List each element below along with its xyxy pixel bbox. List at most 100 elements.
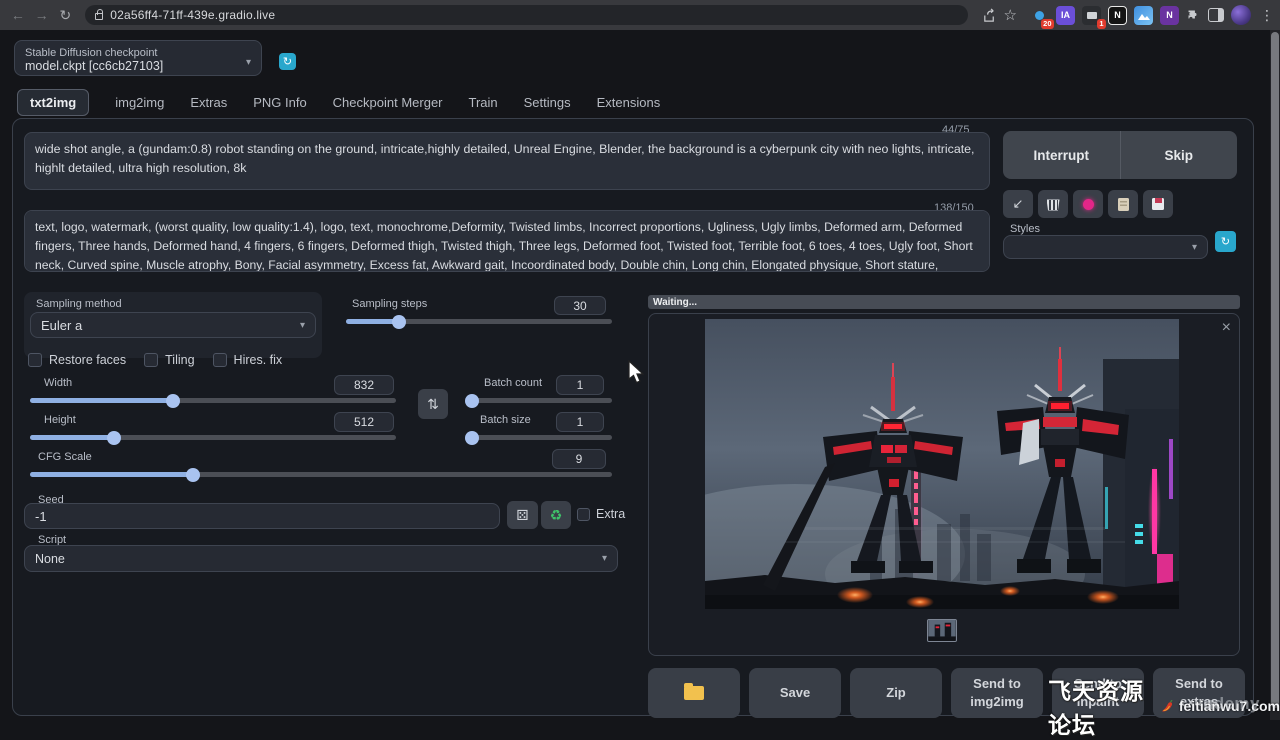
checkpoint-refresh-button[interactable]: ↻ <box>279 53 296 70</box>
chevron-down-icon: ▾ <box>246 57 251 68</box>
lock-icon <box>95 13 103 20</box>
styles-dropdown[interactable]: ▾ <box>1003 235 1208 259</box>
browser-back-button[interactable]: ← <box>6 7 30 23</box>
clipboard-icon <box>1118 198 1129 211</box>
pin-badge: 20 <box>1041 19 1054 29</box>
height-slider[interactable] <box>30 435 396 440</box>
pink-dot-icon <box>1083 199 1094 210</box>
clear-prompt-button[interactable] <box>1038 190 1068 218</box>
batch-count-value[interactable]: 1 <box>556 375 604 395</box>
extension-notion-icon[interactable]: N <box>1108 6 1127 25</box>
gallery-thumbnail[interactable] <box>927 619 957 642</box>
share-icon[interactable] <box>982 8 997 23</box>
negative-prompt-textarea[interactable]: text, logo, watermark, (worst quality, l… <box>24 210 990 272</box>
tab-png-info[interactable]: PNG Info <box>253 89 306 116</box>
restore-faces-option: Restore faces <box>28 353 126 367</box>
checkpoint-dropdown[interactable]: Stable Diffusion checkpoint model.ckpt [… <box>14 40 262 76</box>
scrollbar-thumb[interactable] <box>1271 32 1279 708</box>
swap-dimensions-button[interactable]: ⇅ <box>418 389 448 419</box>
tab-extensions[interactable]: Extensions <box>597 89 661 116</box>
extension-pin-icon[interactable]: 20 <box>1030 6 1049 25</box>
hires-fix-label: Hires. fix <box>234 353 283 367</box>
prompt-tool-row: ↙ <box>1003 190 1173 218</box>
tab-train[interactable]: Train <box>469 89 498 116</box>
url-text: 02a56ff4-71ff-439e.gradio.live <box>110 8 275 22</box>
cfg-scale-slider[interactable] <box>30 472 612 477</box>
restore-faces-label: Restore faces <box>49 353 126 367</box>
hires-fix-option: Hires. fix <box>213 353 283 367</box>
sampling-method-dropdown[interactable]: Euler a ▾ <box>30 312 316 338</box>
extension-photos-icon[interactable] <box>1134 6 1153 25</box>
sampling-method-value: Euler a <box>41 318 82 333</box>
checkpoint-value: model.ckpt [cc6cb27103] <box>25 59 235 73</box>
tiling-checkbox[interactable] <box>144 353 158 367</box>
extension-onenote-icon[interactable]: N <box>1160 6 1179 25</box>
floppy-icon <box>1152 198 1164 210</box>
progress-bar: Waiting... <box>648 295 1240 309</box>
profile-avatar[interactable] <box>1231 5 1251 25</box>
random-seed-button[interactable]: ⚄ <box>507 501 538 529</box>
width-label: Width <box>44 377 72 389</box>
sidepanel-icon[interactable] <box>1208 8 1224 22</box>
restore-faces-checkbox[interactable] <box>28 353 42 367</box>
batch-size-value[interactable]: 1 <box>556 412 604 432</box>
tab-txt2img[interactable]: txt2img <box>17 89 89 116</box>
batch-count-slider[interactable] <box>466 398 612 403</box>
result-gallery: × <box>648 313 1240 656</box>
address-bar[interactable]: 02a56ff4-71ff-439e.gradio.live <box>85 5 967 25</box>
mouse-cursor <box>628 360 645 384</box>
tab-settings[interactable]: Settings <box>524 89 571 116</box>
extra-seed-checkbox[interactable] <box>577 508 590 521</box>
script-value: None <box>35 552 65 566</box>
apply-style-button[interactable] <box>1108 190 1138 218</box>
page-scrollbar <box>1270 30 1280 720</box>
send-to-inpaint-button[interactable]: Send to inpaint <box>1052 668 1144 718</box>
height-value[interactable]: 512 <box>334 412 394 432</box>
script-dropdown[interactable]: None ▾ <box>24 545 618 572</box>
cfg-scale-label: CFG Scale <box>38 451 92 463</box>
sampling-steps-label: Sampling steps <box>352 298 427 310</box>
sampling-steps-value[interactable]: 30 <box>554 296 606 315</box>
close-icon[interactable]: × <box>1222 320 1231 336</box>
styles-refresh-button[interactable]: ↻ <box>1215 231 1236 252</box>
browser-forward-button[interactable]: → <box>30 7 54 23</box>
chevron-down-icon: ▾ <box>1192 242 1197 253</box>
extension-capture-icon[interactable]: 1 <box>1082 6 1101 25</box>
browser-menu-icon[interactable]: ⋮ <box>1260 7 1274 24</box>
tab-checkpoint-merger[interactable]: Checkpoint Merger <box>333 89 443 116</box>
batch-count-label: Batch count <box>484 377 542 389</box>
tab-extras[interactable]: Extras <box>190 89 227 116</box>
paste-params-button[interactable]: ↙ <box>1003 190 1033 218</box>
save-button[interactable]: Save <box>749 668 841 718</box>
seed-input[interactable] <box>24 503 500 529</box>
extra-networks-button[interactable] <box>1073 190 1103 218</box>
tab-img2img[interactable]: img2img <box>115 89 164 116</box>
open-folder-button[interactable] <box>648 668 740 718</box>
trash-icon <box>1047 198 1060 211</box>
zip-button[interactable]: Zip <box>850 668 942 718</box>
capture-badge: 1 <box>1097 19 1106 29</box>
sampling-steps-slider[interactable] <box>346 319 612 324</box>
options-row: Restore faces Tiling Hires. fix <box>28 353 282 367</box>
progress-status: Waiting... <box>653 297 697 308</box>
tiling-option: Tiling <box>144 353 194 367</box>
send-to-img2img-button[interactable]: Send to img2img <box>951 668 1043 718</box>
hires-fix-checkbox[interactable] <box>213 353 227 367</box>
generated-image[interactable] <box>705 319 1179 609</box>
extension-ia-icon[interactable]: IA <box>1056 6 1075 25</box>
width-value[interactable]: 832 <box>334 375 394 395</box>
browser-reload-button[interactable]: ↻ <box>53 7 77 24</box>
width-slider[interactable] <box>30 398 396 403</box>
cfg-scale-value[interactable]: 9 <box>552 449 606 469</box>
save-style-button[interactable] <box>1143 190 1173 218</box>
batch-size-label: Batch size <box>480 414 531 426</box>
browser-toolbar: ← → ↻ 02a56ff4-71ff-439e.gradio.live ☆ 2… <box>0 0 1280 30</box>
chevron-down-icon: ▾ <box>300 320 305 331</box>
batch-size-slider[interactable] <box>466 435 612 440</box>
interrupt-button[interactable]: Interrupt <box>1003 131 1121 179</box>
extensions-puzzle-icon[interactable] <box>1186 8 1201 23</box>
prompt-textarea[interactable]: wide shot angle, a (gundam:0.8) robot st… <box>24 132 990 190</box>
skip-button[interactable]: Skip <box>1121 131 1238 179</box>
reuse-seed-button[interactable]: ♻ <box>541 501 571 529</box>
bookmark-star-icon[interactable]: ☆ <box>1004 6 1017 24</box>
